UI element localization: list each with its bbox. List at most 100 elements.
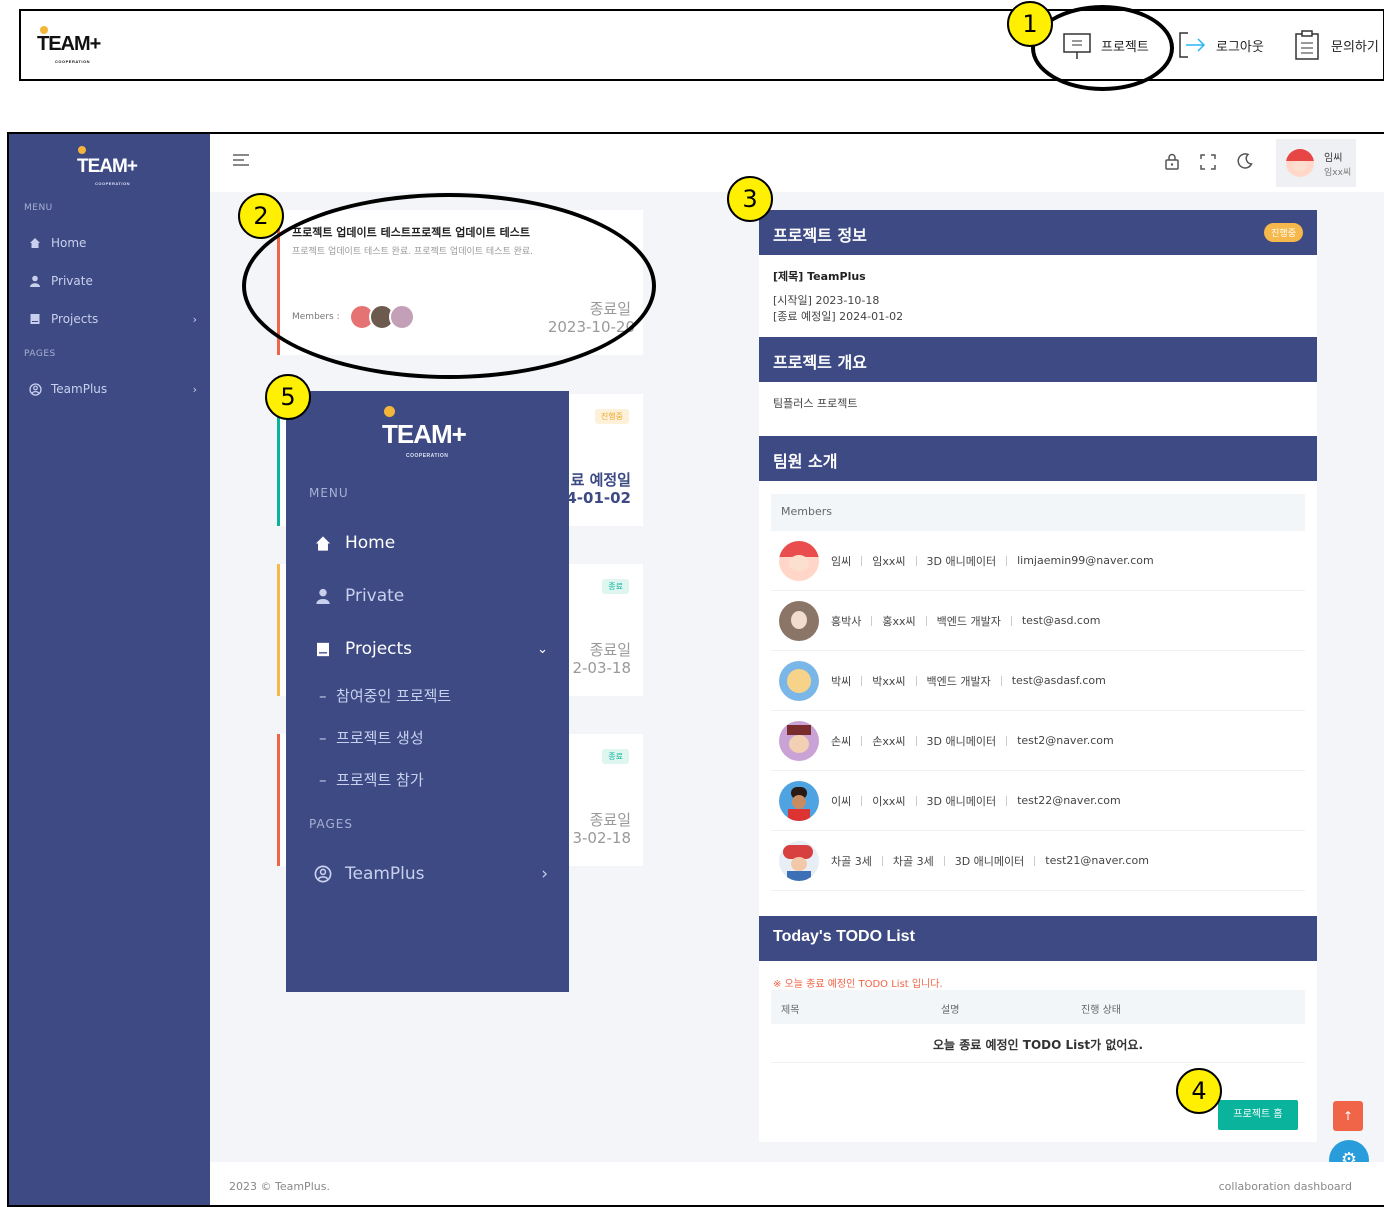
top-header: 임씨 임xx씨 (210, 134, 1384, 192)
callout-2: 2 (238, 193, 284, 239)
user-subname: 임xx씨 (1324, 168, 1352, 178)
todo-notice: ※ 오늘 종료 예정인 TODO List 입니다. (773, 979, 943, 990)
callout-5: 5 (265, 374, 311, 420)
callout-3: 3 (727, 176, 773, 222)
project-card-title: 프로젝트 업데이트 테스트프로젝트 업데이트 테스트 (292, 226, 530, 239)
sidebar-item-home[interactable]: Home (27, 236, 197, 250)
sidebar-item-projects[interactable]: Projects › (27, 312, 197, 326)
status-badge: 진행중 (1264, 223, 1303, 242)
user-profile-dropdown[interactable]: 임씨 임xx씨 (1276, 139, 1356, 187)
members-table-header: Members (771, 494, 1305, 531)
clipboard-icon (1295, 30, 1319, 60)
list-item[interactable]: 박씨 박xx씨 백엔드 개발자 test@asdasf.com (771, 651, 1305, 711)
top-nav-inquiry[interactable]: 문의하기 (1291, 29, 1379, 61)
team-header: 팀원 소개 (759, 436, 1317, 481)
footer: 2023 © TeamPlus. collaboration dashboard (210, 1162, 1384, 1205)
project-name-line: [제목] TeamPlus (773, 270, 866, 283)
sidebar-pages-label: PAGES (24, 349, 56, 359)
sidebar-logo[interactable]: TEAM+ COOPERATION (77, 146, 138, 186)
top-nav-projects[interactable]: 프로젝트 (1061, 29, 1149, 61)
status-badge: 진행중 (594, 409, 629, 424)
book-icon (27, 313, 43, 325)
bulb-icon (40, 26, 48, 34)
status-badge: 종료 (602, 749, 629, 764)
chevron-right-icon: › (192, 312, 197, 326)
avatar (389, 304, 415, 330)
list-item[interactable]: 차골 3세 차골 3세 3D 애니메이터 test21@naver.com (771, 831, 1305, 891)
home-icon (313, 535, 333, 552)
flyout-pages-label: PAGES (309, 817, 353, 831)
overview-text: 팀플러스 프로젝트 (773, 397, 858, 410)
end-date-label: 종료일 (589, 641, 631, 659)
flyout-item-private[interactable]: Private (313, 586, 548, 606)
list-item[interactable]: 임씨 임xx씨 3D 애니메이터 limjaemin99@naver.com (771, 531, 1305, 591)
members-label: Members : (292, 312, 340, 322)
hamburger-menu-icon[interactable] (232, 152, 250, 171)
avatar (779, 720, 819, 761)
callout-4: 4 (1176, 1068, 1222, 1114)
bulb-icon (78, 146, 86, 154)
end-date-label: 종료일 (589, 811, 631, 829)
status-badge: 종료 (602, 579, 629, 594)
todo-empty-message: 오늘 종료 예정인 TODO List가 없어요. (932, 1038, 1144, 1052)
avatar (1286, 149, 1314, 177)
avatar (779, 840, 819, 881)
flyout-item-teamplus[interactable]: TeamPlus › (313, 864, 548, 884)
fullscreen-icon[interactable] (1200, 154, 1216, 174)
top-nav-bar: TEAM+ COOPERATION 프로젝트 로그아웃 문의하기 (19, 9, 1384, 81)
avatar (779, 780, 819, 821)
todo-header: Today's TODO List (759, 916, 1317, 961)
flyout-menu-label: MENU (309, 486, 349, 500)
lock-icon[interactable] (1164, 153, 1180, 174)
flyout-subitem-joined-projects[interactable]: – 참여중인 프로젝트 (319, 685, 451, 706)
avatar (779, 600, 819, 641)
project-info-panel: 프로젝트 정보 진행중 [제목] TeamPlus [시작일] 2023-10-… (759, 210, 1317, 1142)
project-card[interactable]: 프로젝트 업데이트 테스트프로젝트 업데이트 테스트 프로젝트 업데이트 테스트… (277, 210, 643, 355)
scroll-top-button[interactable]: ↑ (1333, 1101, 1363, 1131)
avatar (779, 540, 819, 581)
card-accent-bar (277, 564, 280, 696)
project-start-line: [시작일] 2023-10-18 (773, 294, 880, 307)
flyout-logo[interactable]: TEAM+ COOPERATION (382, 406, 467, 459)
flyout-subitem-join-project[interactable]: – 프로젝트 참가 (319, 769, 424, 790)
arrow-up-icon: ↑ (1342, 1109, 1354, 1123)
sidebar-item-teamplus[interactable]: TeamPlus › (27, 382, 197, 396)
top-nav-logout[interactable]: 로그아웃 (1176, 29, 1264, 61)
project-end-line: [종료 예정일] 2024-01-02 (773, 310, 904, 323)
logout-arrow-icon (1179, 32, 1206, 58)
sidebar-item-private[interactable]: Private (27, 274, 197, 288)
chevron-right-icon: › (541, 864, 548, 884)
bulb-icon (384, 406, 395, 417)
sidebar-menu-label: MENU (24, 203, 53, 213)
user-icon (27, 275, 43, 287)
todo-table-header: 제목 설명 진행 상태 (771, 990, 1305, 1024)
chevron-right-icon: › (192, 382, 197, 396)
member-avatars (349, 304, 419, 332)
end-date-label: 종료일 (589, 300, 631, 318)
card-accent-bar (277, 734, 280, 866)
todo-row-divider (771, 1062, 1305, 1063)
flyout-item-home[interactable]: Home (313, 533, 548, 553)
user-circle-icon (27, 382, 43, 396)
project-home-button[interactable]: 프로젝트 홈 (1218, 1100, 1298, 1130)
app-frame: TEAM+ COOPERATION MENU Home Private Proj… (7, 132, 1384, 1207)
flyout-subitem-create-project[interactable]: – 프로젝트 생성 (319, 727, 424, 748)
project-card-desc: 프로젝트 업데이트 테스트 완료. 프로젝트 업데이트 테스트 완료. (292, 247, 534, 257)
list-item[interactable]: 손씨 손xx씨 3D 애니메이터 test2@naver.com (771, 711, 1305, 771)
end-date-value: 2-03-18 (572, 659, 631, 677)
user-icon (313, 587, 333, 605)
flyout-item-projects[interactable]: Projects ⌄ (313, 639, 548, 659)
project-info-header: 프로젝트 정보 진행중 (759, 210, 1317, 255)
list-item[interactable]: 이씨 이xx씨 3D 애니메이터 test22@naver.com (771, 771, 1305, 831)
home-icon (27, 237, 43, 249)
list-item[interactable]: 홍박사 홍xx씨 백엔드 개발자 test@asd.com (771, 591, 1305, 651)
presentation-board-icon (1063, 33, 1091, 59)
dark-mode-moon-icon[interactable] (1237, 153, 1253, 173)
top-logo[interactable]: TEAM+ COOPERATION (37, 26, 101, 64)
user-circle-icon (313, 865, 333, 883)
book-icon (313, 641, 333, 658)
end-date-label: 료 예정일 (570, 471, 631, 489)
chevron-down-icon: ⌄ (537, 641, 548, 657)
callout-1: 1 (1007, 1, 1053, 47)
overview-header: 프로젝트 개요 (759, 337, 1317, 382)
